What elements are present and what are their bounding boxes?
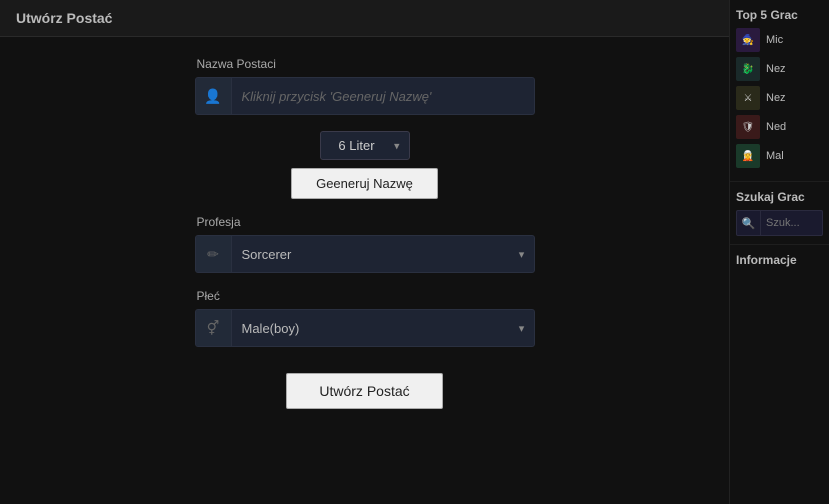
top5-section: Top 5 Grac 🧙 Mic 🐉 Nez ⚔ Nez 🛡 Ned xyxy=(730,0,829,182)
profesja-field-group: Profesja ✏ Sorcerer Knight Paladin Druid… xyxy=(195,215,535,273)
avatar: ⚔ xyxy=(736,86,760,110)
plec-select-wrapper: ⚥ Male(boy) Female(girl) ▾ xyxy=(195,309,535,347)
list-item[interactable]: 🧙 Mic xyxy=(736,28,823,52)
plec-field-group: Płeć ⚥ Male(boy) Female(girl) ▾ xyxy=(195,289,535,347)
search-title: Szukaj Grac xyxy=(736,190,823,204)
player-name: Nez xyxy=(766,63,786,75)
avatar: 🧝 xyxy=(736,144,760,168)
avatar: 🐉 xyxy=(736,57,760,81)
nazwa-input[interactable] xyxy=(232,78,534,114)
user-icon: 👤 xyxy=(196,78,232,114)
nazwa-label: Nazwa Postaci xyxy=(197,57,535,71)
list-item[interactable]: ⚔ Nez xyxy=(736,86,823,110)
generate-name-button[interactable]: Geeneruj Nazwę xyxy=(291,168,438,199)
search-input[interactable] xyxy=(761,217,823,229)
page-title: Utwórz Postać xyxy=(0,0,729,37)
create-character-button[interactable]: Utwórz Postać xyxy=(286,373,442,409)
nazwa-field-group: Nazwa Postaci 👤 xyxy=(195,57,535,115)
top5-title: Top 5 Grac xyxy=(736,8,823,22)
main-panel: Utwórz Postać Nazwa Postaci 👤 4 Litery 5… xyxy=(0,0,730,504)
avatar: 🛡 xyxy=(736,115,760,139)
plec-dropdown-arrow: ▾ xyxy=(510,310,534,346)
nazwa-input-wrapper: 👤 xyxy=(195,77,535,115)
profesja-select[interactable]: Sorcerer Knight Paladin Druid xyxy=(232,236,510,272)
profesja-label: Profesja xyxy=(197,215,535,229)
liter-select[interactable]: 4 Litery 5 Liter 6 Liter 7 Liter 8 Liter xyxy=(320,131,410,160)
pencil-icon: ✏ xyxy=(196,236,232,272)
plec-label: Płeć xyxy=(197,289,535,303)
search-box: 🔍 xyxy=(736,210,823,236)
avatar: 🧙 xyxy=(736,28,760,52)
player-name: Ned xyxy=(766,121,786,133)
profesja-select-wrapper: ✏ Sorcerer Knight Paladin Druid ▾ xyxy=(195,235,535,273)
list-item[interactable]: 🛡 Ned xyxy=(736,115,823,139)
info-section: Informacje xyxy=(730,245,829,281)
profesja-dropdown-arrow: ▾ xyxy=(510,236,534,272)
gender-icon: ⚥ xyxy=(196,310,232,346)
liter-select-wrapper: 4 Litery 5 Liter 6 Liter 7 Liter 8 Liter… xyxy=(320,131,410,160)
liter-row: 4 Litery 5 Liter 6 Liter 7 Liter 8 Liter… xyxy=(195,131,535,199)
list-item[interactable]: 🐉 Nez xyxy=(736,57,823,81)
search-section: Szukaj Grac 🔍 xyxy=(730,182,829,245)
create-character-form: Nazwa Postaci 👤 4 Litery 5 Liter 6 Liter… xyxy=(0,37,729,429)
info-title: Informacje xyxy=(736,253,823,267)
plec-select[interactable]: Male(boy) Female(girl) xyxy=(232,310,510,346)
player-name: Mal xyxy=(766,150,784,162)
player-name: Nez xyxy=(766,92,786,104)
list-item[interactable]: 🧝 Mal xyxy=(736,144,823,168)
player-name: Mic xyxy=(766,34,783,46)
search-icon: 🔍 xyxy=(737,210,761,236)
sidebar: Top 5 Grac 🧙 Mic 🐉 Nez ⚔ Nez 🛡 Ned xyxy=(730,0,829,504)
